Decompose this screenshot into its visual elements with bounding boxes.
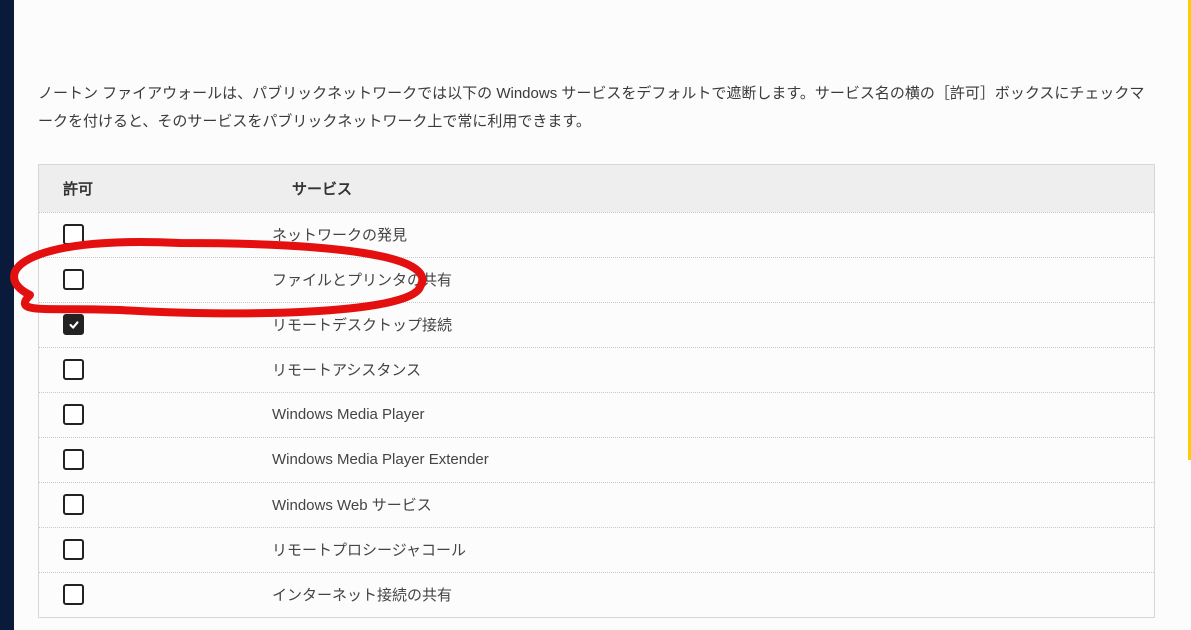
service-row: Windows Media Player Extender	[39, 437, 1154, 482]
allow-checkbox[interactable]	[63, 314, 84, 335]
service-row: Windows Media Player	[39, 392, 1154, 437]
allow-checkbox[interactable]	[63, 404, 84, 425]
service-name: リモートデスクトップ接続	[248, 303, 1154, 347]
service-name: Windows Media Player	[248, 393, 1154, 437]
allow-checkbox[interactable]	[63, 494, 84, 515]
service-row: ネットワークの発見	[39, 212, 1154, 257]
description-text: ノートン ファイアウォールは、パブリックネットワークでは以下の Windows …	[38, 80, 1153, 136]
allow-checkbox[interactable]	[63, 449, 84, 470]
service-name: ファイルとプリンタの共有	[248, 258, 1154, 302]
service-name: ネットワークの発見	[248, 213, 1154, 257]
service-name: リモートプロシージャコール	[248, 528, 1154, 572]
service-name: Windows Media Player Extender	[248, 438, 1154, 482]
allow-checkbox[interactable]	[63, 584, 84, 605]
header-service: サービス	[268, 165, 1154, 212]
app-left-border	[0, 0, 14, 630]
header-allow: 許可	[39, 165, 268, 212]
checkmark-icon	[68, 319, 80, 331]
allow-checkbox[interactable]	[63, 224, 84, 245]
service-row: ファイルとプリンタの共有	[39, 257, 1154, 302]
service-row: インターネット接続の共有	[39, 572, 1154, 617]
service-row: リモートデスクトップ接続	[39, 302, 1154, 347]
service-name: インターネット接続の共有	[248, 573, 1154, 617]
allow-checkbox[interactable]	[63, 539, 84, 560]
service-row: Windows Web サービス	[39, 482, 1154, 527]
allow-checkbox[interactable]	[63, 269, 84, 290]
main-panel: ノートン ファイアウォールは、パブリックネットワークでは以下の Windows …	[0, 0, 1191, 618]
allow-checkbox[interactable]	[63, 359, 84, 380]
service-row: リモートアシスタンス	[39, 347, 1154, 392]
service-name: Windows Web サービス	[248, 483, 1154, 527]
table-header-row: 許可 サービス	[39, 165, 1154, 212]
services-table: 許可 サービス ネットワークの発見 ファイルとプリンタの共有	[38, 164, 1155, 618]
service-row: リモートプロシージャコール	[39, 527, 1154, 572]
service-name: リモートアシスタンス	[248, 348, 1154, 392]
